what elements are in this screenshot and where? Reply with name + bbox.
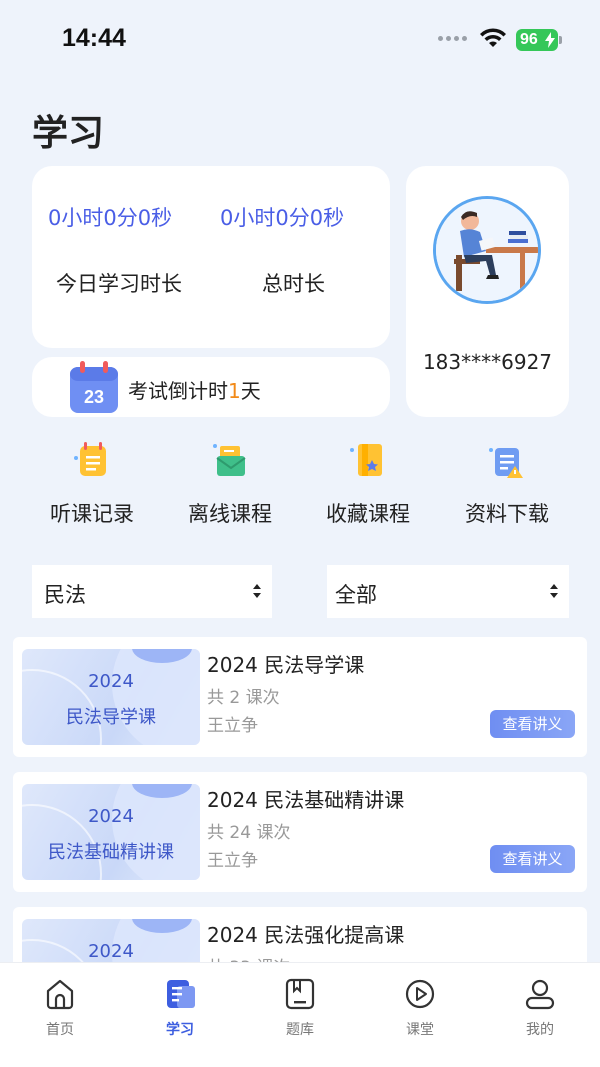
avatar[interactable]	[433, 196, 541, 304]
status-bar: 14:44 96	[0, 0, 600, 80]
user-icon	[525, 979, 555, 1010]
charging-bolt-icon	[545, 32, 555, 48]
study-icon	[167, 980, 195, 1008]
page-title: 学习	[32, 113, 105, 154]
play-circle-icon	[405, 979, 435, 1009]
thumbnail-name: 民法基础精讲课	[48, 842, 174, 863]
profile-card[interactable]: 183****6927	[406, 166, 569, 417]
exam-countdown-prefix: 考试倒计时	[128, 379, 228, 403]
total-study-time-value: 0小时0分0秒	[220, 206, 345, 230]
tab-home[interactable]: 首页	[0, 977, 120, 1039]
exam-countdown-days: 1	[228, 379, 241, 403]
thumbnail-year: 2024	[88, 806, 134, 827]
cellular-signal-icon	[438, 36, 467, 41]
bookmark-star-icon	[350, 444, 382, 476]
tab-label: 学习	[166, 1022, 194, 1038]
tab-question-bank[interactable]: 题库	[240, 977, 360, 1039]
quick-action-label: 听课记录	[50, 502, 134, 526]
view-notes-button[interactable]: 查看讲义	[490, 845, 575, 873]
course-lesson-count: 共 24 课次	[207, 823, 291, 843]
total-study-time-label: 总时长	[262, 272, 325, 296]
view-notes-button[interactable]: 查看讲义	[490, 710, 575, 738]
quick-action-offline-courses[interactable]: 离线课程	[170, 438, 290, 528]
battery-level: 96	[520, 31, 538, 48]
subject-select-value: 民法	[44, 583, 86, 607]
quick-action-label: 收藏课程	[326, 502, 410, 526]
battery-indicator: 96	[516, 29, 558, 51]
thumbnail-year: 2024	[88, 671, 134, 692]
course-teacher: 王立争	[207, 851, 258, 871]
wifi-icon	[480, 28, 506, 47]
quick-action-listening-record[interactable]: 听课记录	[32, 438, 152, 528]
exam-countdown-card[interactable]: 23 考试倒计时1天	[32, 357, 390, 417]
scope-select-value: 全部	[335, 583, 377, 607]
tab-label: 我的	[526, 1022, 554, 1038]
course-thumbnail: 2024 民法导学课	[22, 649, 200, 745]
today-study-time-label: 今日学习时长	[56, 272, 182, 296]
course-item[interactable]: 2024 民法基础精讲课 2024 民法基础精讲课 共 24 课次 王立争 查看…	[13, 772, 587, 892]
tab-bar: 首页 学习 题库 课堂 我的	[0, 962, 600, 1067]
envelope-icon	[213, 444, 246, 476]
tab-label: 课堂	[406, 1022, 434, 1038]
tab-label: 首页	[46, 1022, 74, 1038]
question-bank-icon	[285, 978, 315, 1010]
student-reading-illustration	[436, 199, 538, 301]
course-title: 2024 民法强化提高课	[207, 923, 405, 947]
quick-action-saved-courses[interactable]: 收藏课程	[308, 438, 428, 528]
quick-action-label: 资料下载	[465, 502, 549, 526]
sort-arrows-icon	[550, 584, 558, 598]
tab-profile[interactable]: 我的	[480, 977, 600, 1039]
course-teacher: 王立争	[207, 716, 258, 736]
phone-number: 183****6927	[422, 350, 553, 374]
course-title: 2024 民法基础精讲课	[207, 788, 405, 812]
calendar-icon: 23	[70, 361, 118, 413]
today-study-time-value: 0小时0分0秒	[48, 206, 173, 230]
quick-action-label: 离线课程	[188, 502, 272, 526]
study-time-card: 0小时0分0秒 0小时0分0秒 今日学习时长 总时长	[32, 166, 390, 348]
tab-label: 题库	[286, 1022, 314, 1038]
home-icon	[46, 979, 74, 1010]
course-lesson-count: 共 2 课次	[207, 688, 280, 708]
thumbnail-year: 2024	[88, 941, 134, 962]
clipboard-list-icon	[74, 442, 106, 476]
document-download-icon	[489, 448, 523, 478]
battery-tip	[559, 36, 562, 44]
tab-classroom[interactable]: 课堂	[360, 977, 480, 1039]
course-thumbnail: 2024 民法基础精讲课	[22, 784, 200, 880]
scope-select[interactable]: 全部	[327, 565, 569, 618]
sort-arrows-icon	[253, 584, 261, 598]
exam-countdown-text: 考试倒计时1天	[128, 375, 261, 404]
exam-countdown-suffix: 天	[240, 379, 261, 403]
status-time: 14:44	[62, 24, 126, 52]
tab-study[interactable]: 学习	[120, 977, 240, 1039]
calendar-day: 23	[84, 387, 104, 407]
subject-select[interactable]: 民法	[32, 565, 272, 618]
course-title: 2024 民法导学课	[207, 653, 365, 677]
course-item[interactable]: 2024 民法导学课 2024 民法导学课 共 2 课次 王立争 查看讲义	[13, 637, 587, 757]
thumbnail-name: 民法导学课	[66, 707, 156, 728]
quick-action-materials-download[interactable]: 资料下载	[447, 438, 567, 528]
